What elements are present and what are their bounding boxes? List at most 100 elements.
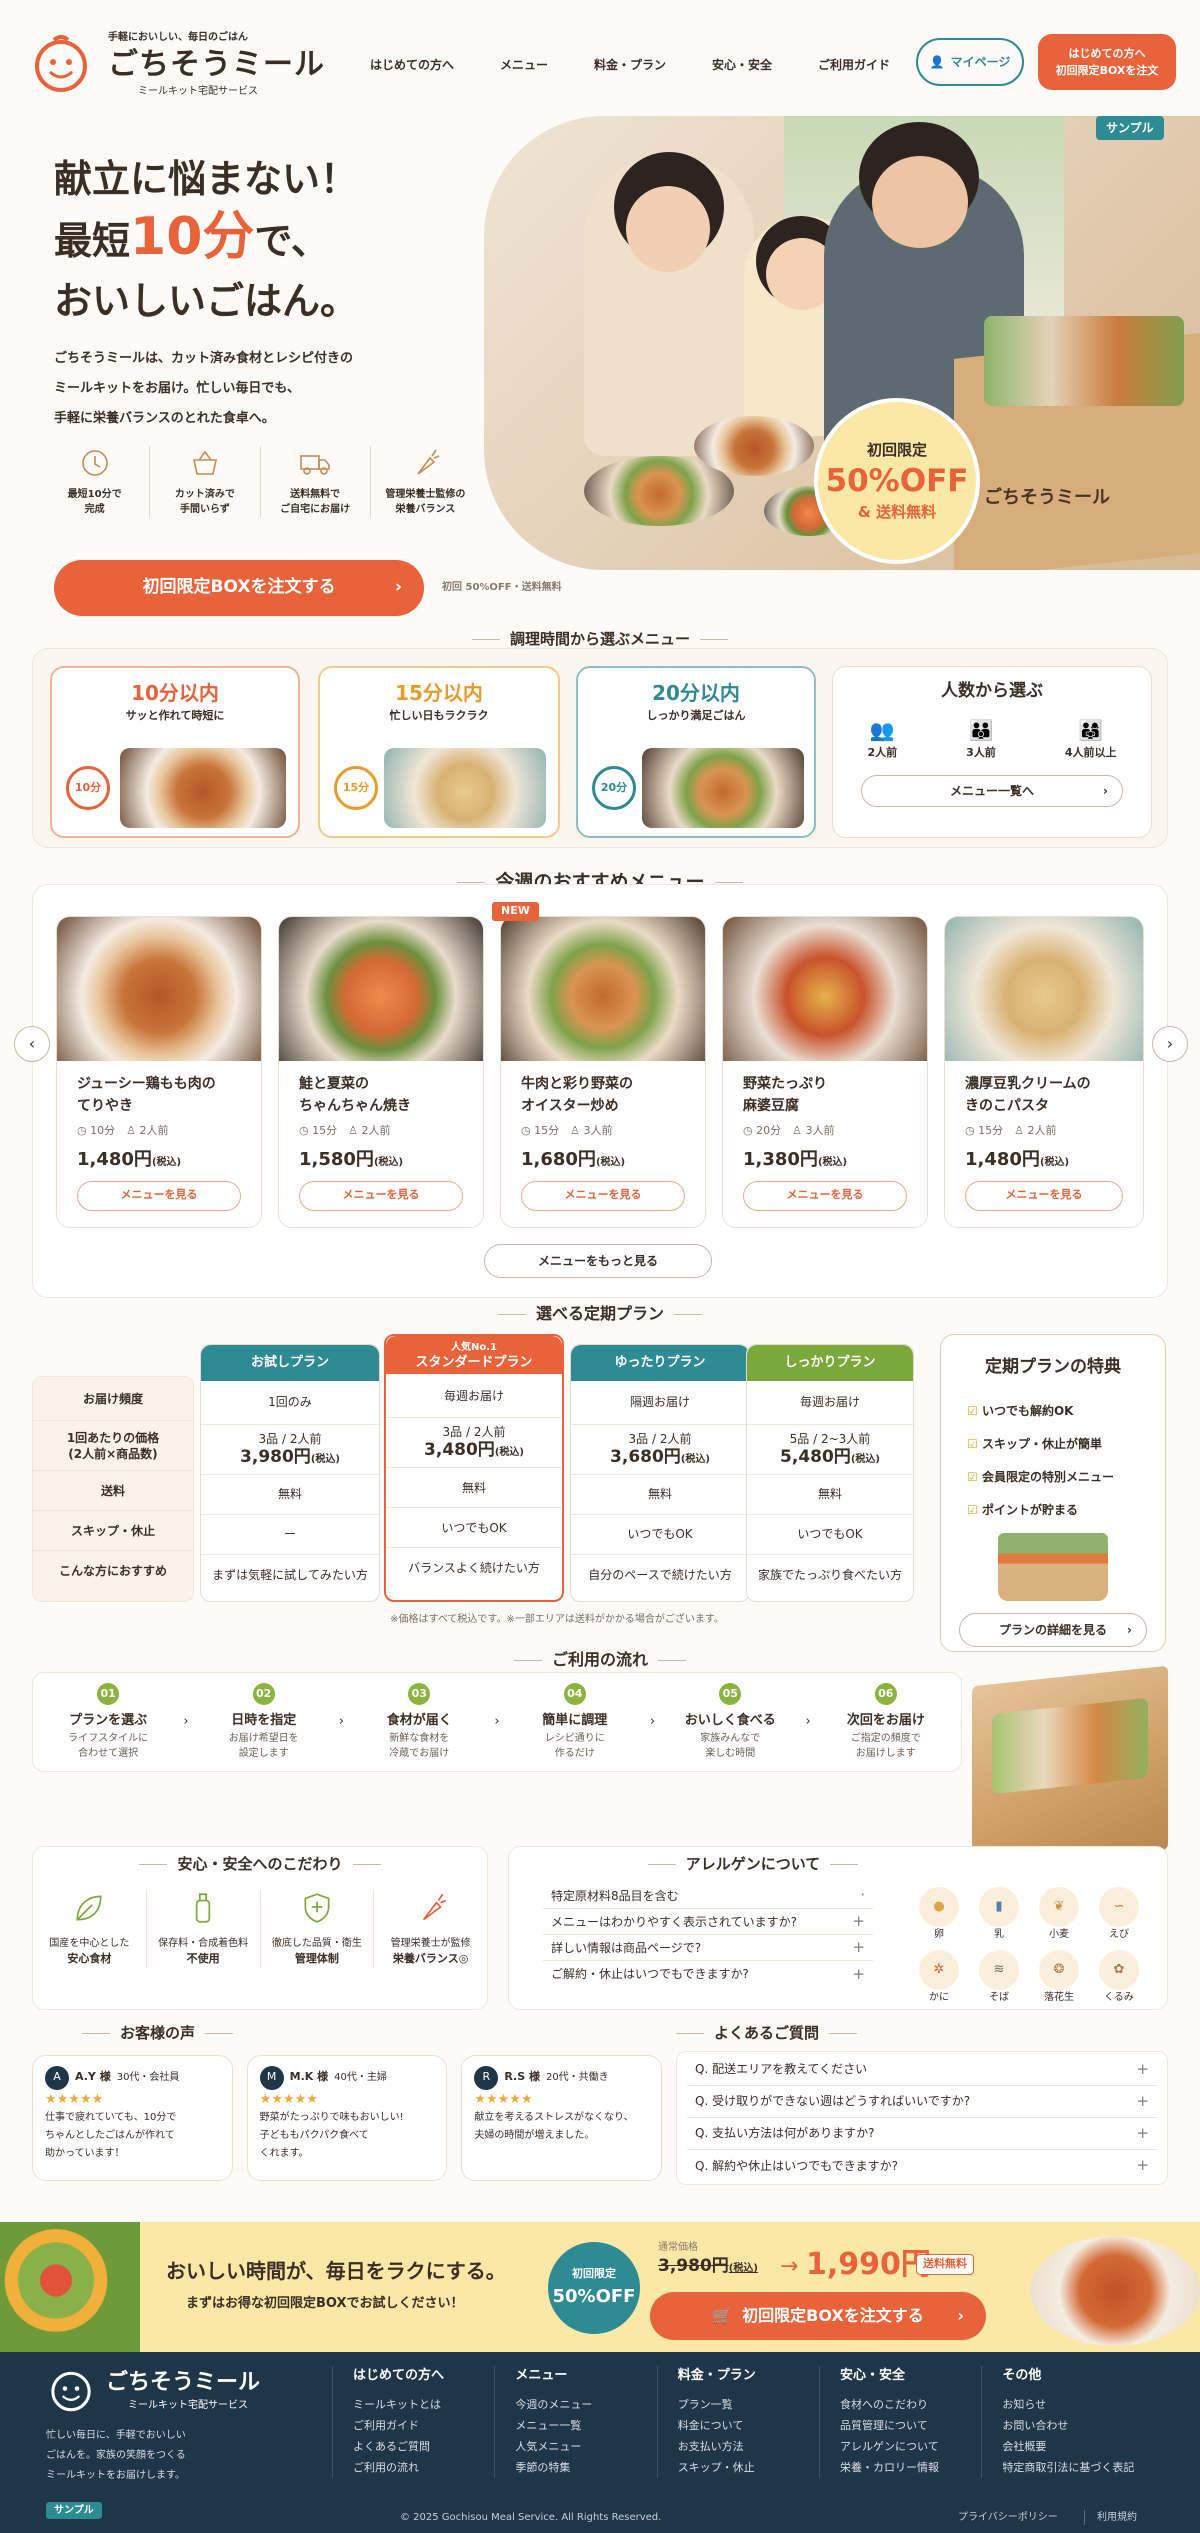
clock-icon xyxy=(81,450,108,476)
header-order-button[interactable]: はじめての方へ 初回限定BOXを注文 xyxy=(1038,34,1176,90)
mypage-label: マイページ xyxy=(950,55,1011,69)
menu-card[interactable]: ジューシー鶏もも肉の てりやき ◷ 10分 ♙ 2人前 1,480円(税込) メニ… xyxy=(56,916,262,1228)
people-3-icon: 👪 xyxy=(968,717,994,742)
people-4[interactable]: 👨‍👩‍👧 4人前以上 xyxy=(1065,715,1117,762)
carousel-prev[interactable]: ‹ xyxy=(14,1026,50,1062)
feature-shipping: 送料無料で ご自宅にお届け xyxy=(261,446,371,517)
plan-standard[interactable]: 人気No.1 スタンダードプラン 毎週お届け 3品 / 2人前 3,480円(税込)… xyxy=(384,1334,564,1602)
menu-view-button[interactable]: メニューを見る xyxy=(77,1180,241,1211)
faq-item[interactable]: Q. 解約や休止はいつでもできますか? + xyxy=(687,2150,1157,2182)
menu-card[interactable]: 牛肉と彩り野菜の オイスター炒め ◷ 15分 ♙ 3人前 1,680円(税込) メ… xyxy=(500,916,706,1228)
menu-name: ジューシー鶏もも肉の てりやき xyxy=(77,1076,216,1114)
people-3[interactable]: 👪 3人前 xyxy=(966,715,996,762)
cta-banner: おいしい時間が、毎日をラクにする。 まずはお得な初回限定BOXでお試しください！… xyxy=(0,2222,1200,2352)
faq-item[interactable]: Q. 受け取りができない週はどうすればいいですか? + xyxy=(687,2086,1157,2118)
plus-icon: + xyxy=(1136,2059,1149,2078)
faq-item[interactable]: Q. 配送エリアを教えてください + xyxy=(687,2054,1157,2086)
flow-step: 06 次回をお届け ご指定の頻度で お届けします xyxy=(811,1683,961,1761)
nav-plans[interactable]: 料金・プラン xyxy=(594,56,666,74)
clock-icon: ◷ xyxy=(299,1124,313,1137)
people-2-icon: 👥 xyxy=(869,717,895,742)
menu-price: 1,480円(税込) xyxy=(965,1148,1070,1170)
carousel-next[interactable]: › xyxy=(1152,1026,1188,1062)
nav-menu[interactable]: メニュー xyxy=(500,56,548,74)
new-badge: NEW xyxy=(492,902,539,921)
nav-guide[interactable]: ご利用ガイド xyxy=(818,56,890,74)
menu-card[interactable]: 鮭と夏菜の ちゃんちゃん焼き ◷ 15分 ♙ 2人前 1,580円(税込) メニュ… xyxy=(278,916,484,1228)
logo-sub: ミールキット宅配サービス xyxy=(138,86,258,97)
safety-item: 管理栄養士が監修 栄養バランス◎ xyxy=(374,1890,487,1968)
menu-card[interactable]: 濃厚豆乳クリームの きのこパスタ ◷ 15分 ♙ 2人前 1,480円(税込) メ… xyxy=(944,916,1144,1228)
hero-text: 献立に悩まない！ 最短10分で、 おいしいごはん。 ごちそうミールは、カット済み… xyxy=(54,152,494,434)
mypage-button[interactable]: 👤 マイページ xyxy=(916,38,1024,86)
site-header: 手軽においしい、毎日のごはん ごちそうミール ミールキット宅配サービス はじめて… xyxy=(0,0,1200,118)
banner-badge: 初回限定 50%OFF xyxy=(548,2242,640,2334)
check-icon: ☑ xyxy=(967,1502,982,1517)
menu-view-button[interactable]: メニューを見る xyxy=(521,1180,685,1211)
header-cta-line1: はじめての方へ xyxy=(1068,47,1146,60)
people-2[interactable]: 👥 2人前 xyxy=(868,715,898,762)
menu-view-button[interactable]: メニューを見る xyxy=(299,1180,463,1211)
banner-sub: まずはお得な初回限定BOXでお試しください！ xyxy=(186,2296,464,2311)
review-card: A A.Y 様 30代・会社員 ★★★★★ 仕事で疲れていても、10分で ちゃんとした… xyxy=(32,2054,233,2181)
plans-note: ※価格はすべて税込です。※一部エリアは送料がかかる場合がございます。 xyxy=(390,1614,724,1625)
allergen-row[interactable]: 特定原材料8品目を含む · xyxy=(543,1883,873,1909)
time-card-20[interactable]: 20分以内 しっかり満足ごはん 20分 xyxy=(576,666,816,838)
plus-icon: + xyxy=(1136,2156,1149,2175)
footer-logo[interactable]: ごちそうミール ミールキット宅配サービス xyxy=(46,2366,306,2416)
allergen-row[interactable]: 詳しい情報は商品ページで? + xyxy=(543,1935,873,1961)
more-menu-button[interactable]: メニューをもっと見る xyxy=(484,1244,712,1278)
banner-title: おいしい時間が、毎日をラクにする。 xyxy=(166,2259,506,2283)
logo[interactable]: 手軽においしい、毎日のごはん ごちそうミール ミールキット宅配サービス xyxy=(28,30,328,100)
badge-mid: 50%OFF xyxy=(825,463,969,499)
nav-first-time[interactable]: はじめての方へ xyxy=(370,56,454,74)
menu-view-button[interactable]: メニューを見る xyxy=(743,1180,907,1211)
plan-detail-button[interactable]: プランの詳細を見る › xyxy=(959,1612,1147,1647)
chevron-left-icon: ‹ xyxy=(28,1034,36,1053)
benefit-item: ☑ ポイントが貯まる xyxy=(967,1502,1078,1517)
menu-view-button[interactable]: メニューを見る xyxy=(965,1180,1123,1211)
time-badge-20: 20分 xyxy=(592,766,636,810)
milk-icon: ▮ 乳 xyxy=(969,1887,1029,1942)
footer-privacy-link[interactable]: プライバシーポリシー xyxy=(958,2510,1058,2525)
chevron-right-icon: › xyxy=(1127,1622,1132,1637)
banner-order-button[interactable]: 🛒 初回限定BOXを注文する › xyxy=(650,2292,986,2340)
faq-item[interactable]: Q. 支払い方法は何がありますか? + xyxy=(687,2118,1157,2150)
time-card-20-image xyxy=(642,748,804,828)
footer-col: はじめての方へ ミールキットとは ご利用ガイド よくあるご質問 ご利用の流れ xyxy=(332,2366,494,2478)
site-footer: ごちそうミール ミールキット宅配サービス 忙しい毎日に、手軽でおいしい ごはんを。… xyxy=(0,2352,1200,2533)
footer-terms-link[interactable]: 利用規約 xyxy=(1084,2510,1137,2525)
star-rating: ★★★★★ xyxy=(45,2091,104,2107)
plan-full[interactable]: しっかりプラン 毎週お届け 5品 / 2~3人前 5,480円(税込) 無料 いつ… xyxy=(746,1344,914,1602)
hero-cta-note: 初回 50%OFF・送料無料 xyxy=(442,582,562,593)
plan-trial[interactable]: お試しプラン 1回のみ 3品 / 2人前 3,980円(税込) 無料 ー まずは気… xyxy=(200,1344,380,1602)
plus-icon: + xyxy=(852,1938,865,1957)
flow-step: 01 プランを選ぶ ライフスタイルに 合わせて選択 xyxy=(33,1683,183,1761)
check-icon: ☑ xyxy=(967,1403,982,1418)
allergen-row[interactable]: メニューはわかりやすく表示されていますか? + xyxy=(543,1909,873,1935)
plan-relaxed[interactable]: ゆったりプラン 隔週お届け 3品 / 2人前 3,680円(税込) 無料 いつでも… xyxy=(570,1344,750,1602)
people-menu-button[interactable]: メニュー一覧へ › xyxy=(861,775,1123,807)
voice-section: お客様の声 A A.Y 様 30代・会社員 ★★★★★ 仕事で疲れていても、10分で… xyxy=(32,2022,663,2192)
leaf-icon xyxy=(76,1895,102,1920)
plus-icon: + xyxy=(1136,2091,1149,2110)
chevron-right-icon: › xyxy=(1166,1034,1174,1053)
menu-name: 濃厚豆乳クリームの きのこパスタ xyxy=(965,1076,1091,1114)
crab-icon: ✲ かに xyxy=(909,1950,969,2005)
time-card-15[interactable]: 15分以内 忙しい日もラクラク 15分 xyxy=(318,666,560,838)
allergen-row[interactable]: ご解約・休止はいつでもできますか? + xyxy=(543,1961,873,1987)
avatar: A xyxy=(45,2065,69,2090)
hero-order-button[interactable]: 初回限定BOXを注文する › xyxy=(54,560,424,616)
clock-icon: ◷ xyxy=(521,1124,535,1137)
shrimp-icon: ∽ えび xyxy=(1089,1887,1149,1942)
time-card-10[interactable]: 10分以内 サッと作れて時短に 10分 xyxy=(50,666,300,838)
menu-price: 1,480円(税込) xyxy=(77,1148,182,1170)
menu-image xyxy=(723,917,927,1061)
footer-col: その他 お知らせ お問い合わせ 会社概要 特定商取引法に基づく表記 xyxy=(981,2366,1172,2478)
nav-safety[interactable]: 安心・安全 xyxy=(712,56,772,74)
footer-sample-tag: サンプル xyxy=(46,2502,102,2519)
menu-card[interactable]: 野菜たっぷり 麻婆豆腐 ◷ 20分 ♙ 3人前 1,380円(税込) メニューを見… xyxy=(722,916,928,1228)
menu-name: 鮭と夏菜の ちゃんちゃん焼き xyxy=(299,1076,411,1114)
footer-desc: 忙しい毎日に、手軽でおいしい ごはんを。家族の笑顔をつくる ミールキットをお届けしま… xyxy=(46,2430,186,2481)
benefit-item: ☑ いつでも解約OK xyxy=(967,1403,1074,1418)
